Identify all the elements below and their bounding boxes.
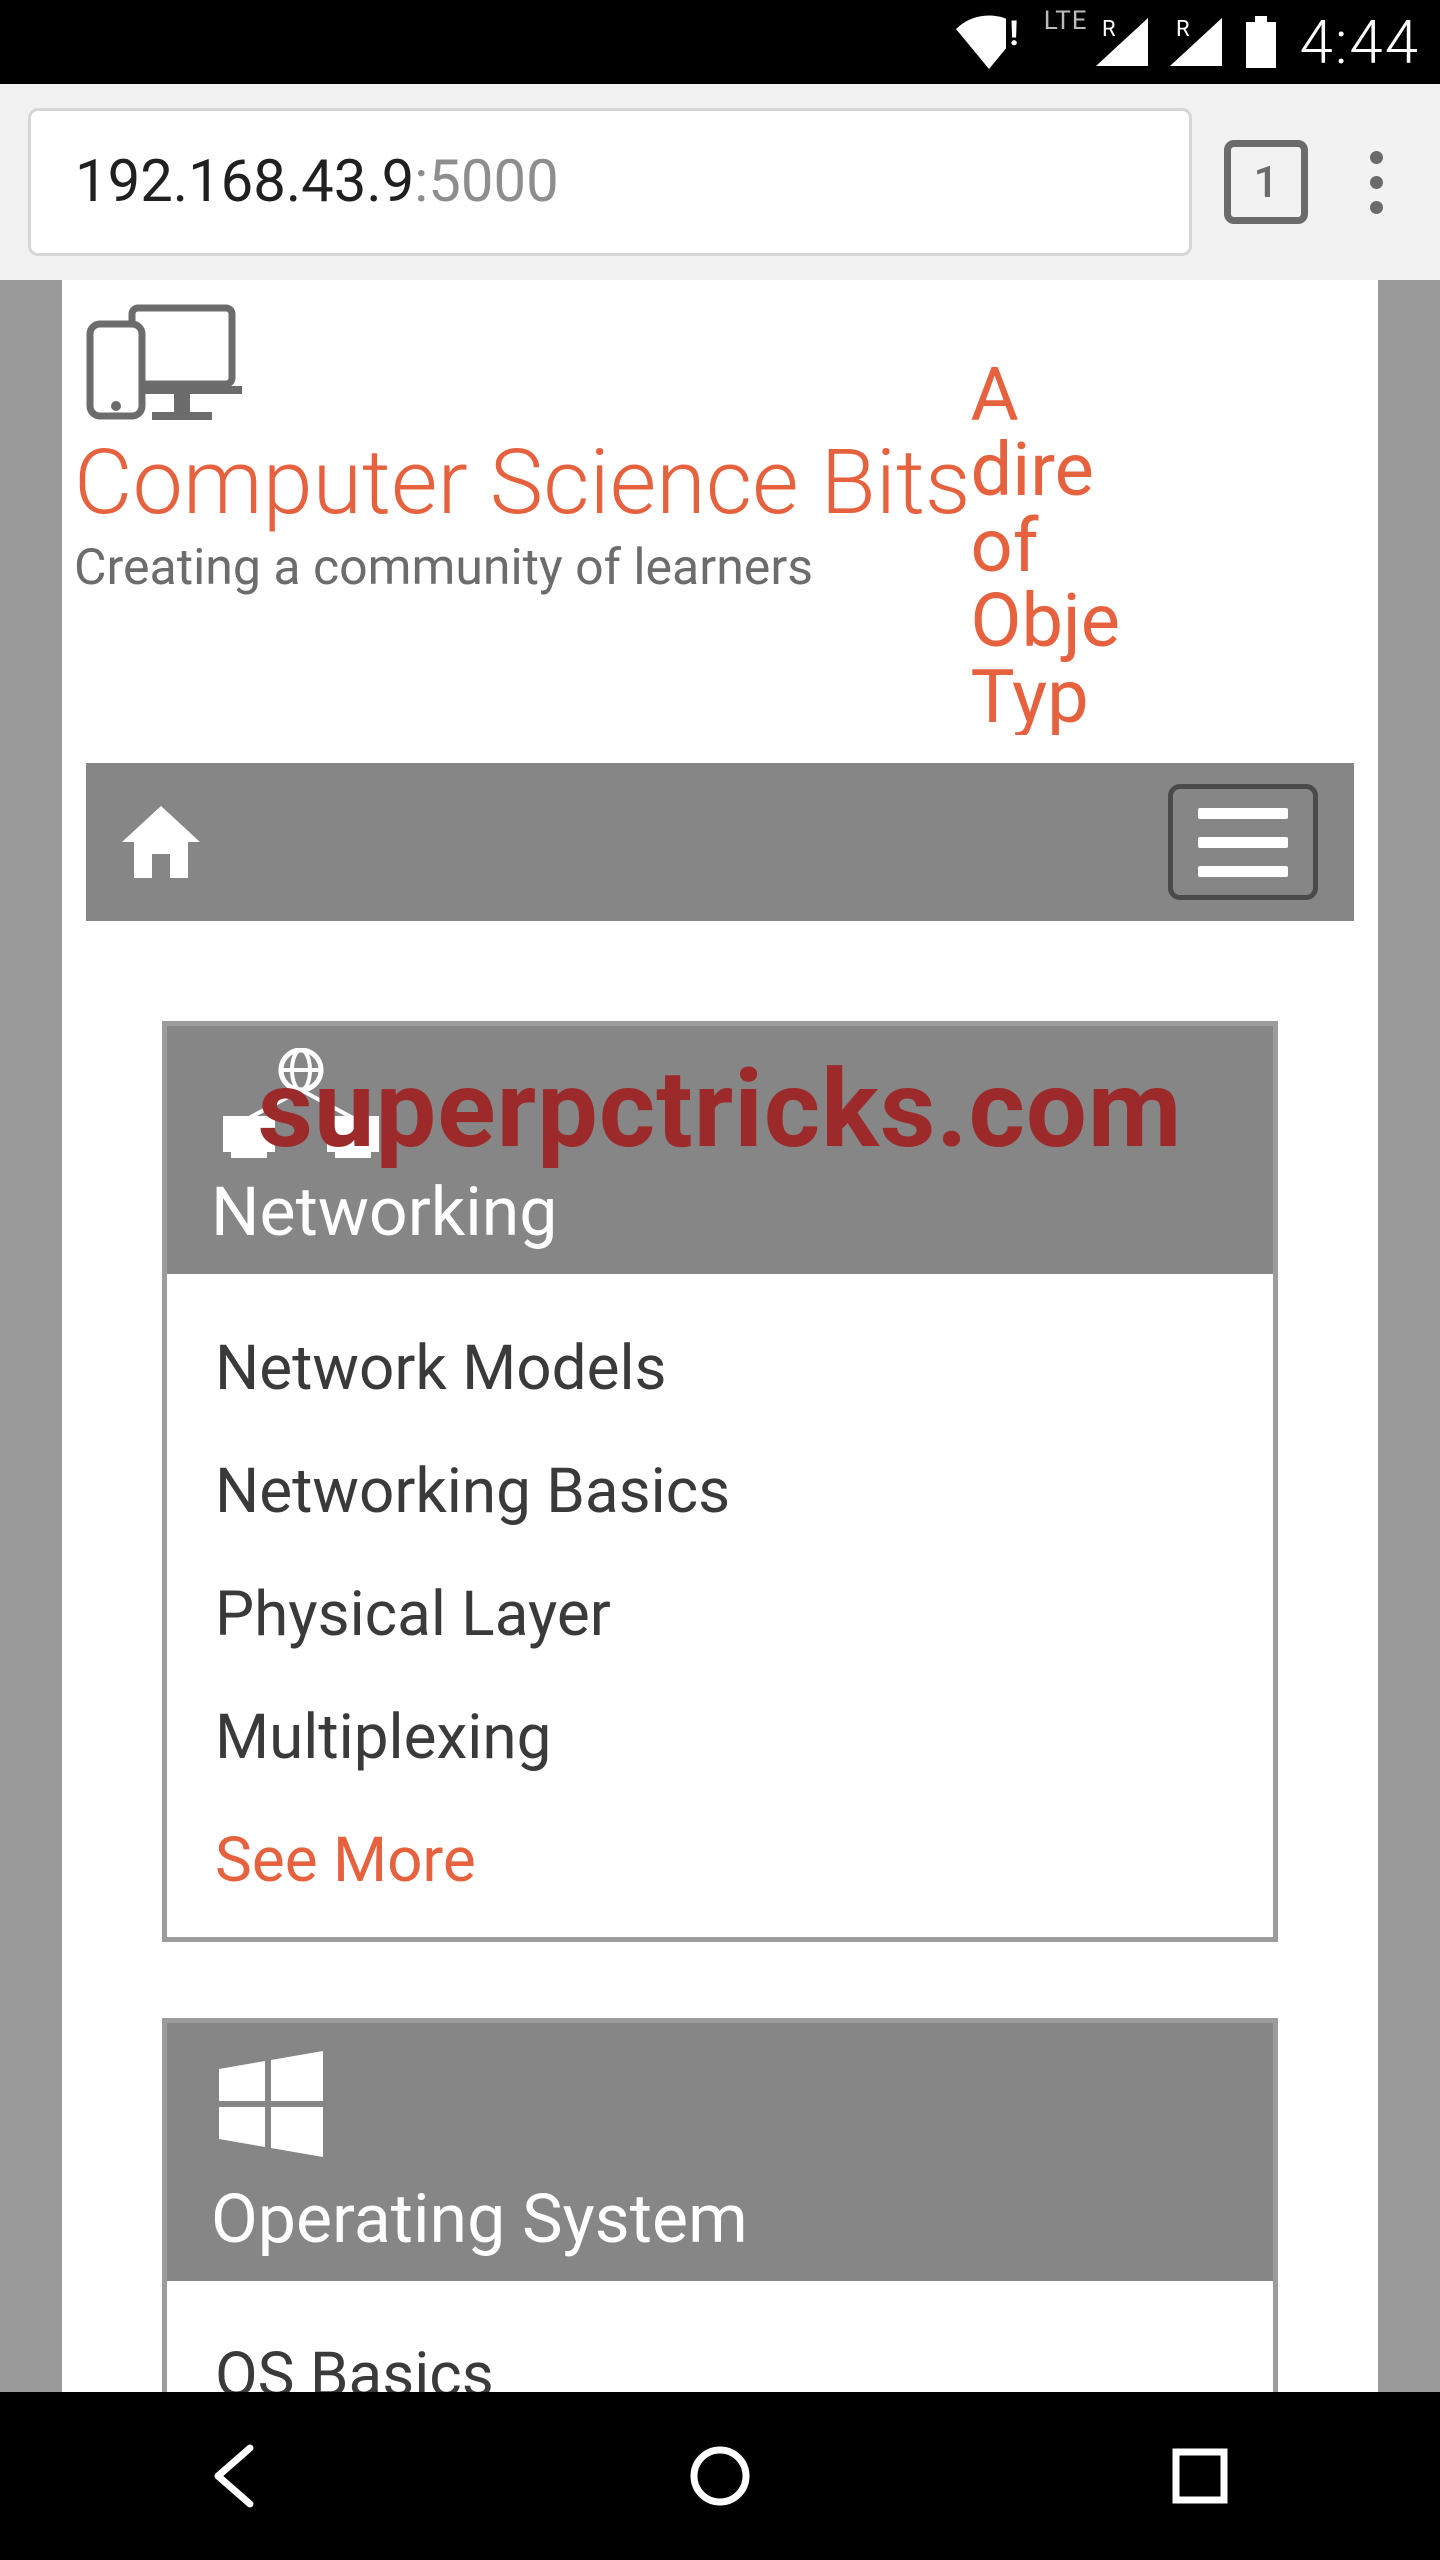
cards-container: superpctricks.com: [62, 921, 1378, 2392]
signal-2-icon: R: [1170, 18, 1222, 66]
link-multiplexing[interactable]: Multiplexing: [215, 1701, 1225, 1774]
card-operating-system: Operating System OS Basics: [162, 2018, 1278, 2392]
site-navbar: [86, 763, 1354, 921]
recents-button-icon[interactable]: [1160, 2436, 1240, 2516]
android-status-bar: ! LTE R R 4:44: [0, 0, 1440, 84]
side-link-text[interactable]: A dire of Obje Typ: [971, 290, 1120, 735]
brand-tagline: Creating a community of learners: [74, 539, 971, 597]
windows-icon: [211, 2150, 331, 2169]
see-more-link[interactable]: See More: [215, 1824, 1225, 1897]
svg-text:R: R: [1102, 18, 1116, 42]
wifi-alert-icon: !: [956, 15, 1022, 69]
devices-icon: [74, 290, 971, 430]
card-title: Networking: [211, 1172, 1229, 1252]
home-button-icon[interactable]: [680, 2436, 760, 2516]
url-host: 192.168.43.9: [75, 148, 414, 216]
card-networking: Networking Network Models Networking Bas…: [162, 1021, 1278, 1942]
signal-1-icon: R: [1096, 18, 1148, 66]
site-header: Computer Science Bits Creating a communi…: [62, 280, 1378, 763]
link-physical-layer[interactable]: Physical Layer: [215, 1578, 1225, 1651]
web-viewport[interactable]: Computer Science Bits Creating a communi…: [0, 280, 1440, 2392]
svg-text:!: !: [1009, 15, 1018, 54]
android-nav-bar: [0, 2392, 1440, 2560]
networking-topology-icon: [211, 1143, 391, 1162]
card-title: Operating System: [211, 2179, 1229, 2259]
link-network-models[interactable]: Network Models: [215, 1332, 1225, 1405]
battery-icon: [1244, 16, 1278, 68]
svg-text:R: R: [1176, 18, 1190, 42]
status-clock: 4:44: [1300, 7, 1420, 78]
tabs-button[interactable]: 1: [1224, 140, 1308, 224]
tab-count-value: 1: [1253, 156, 1278, 208]
brand-title: Computer Science Bits: [74, 430, 971, 535]
lte-label: LTE: [1044, 6, 1088, 36]
page-content: Computer Science Bits Creating a communi…: [62, 280, 1378, 2392]
link-os-basics[interactable]: OS Basics: [215, 2339, 1225, 2392]
address-bar[interactable]: 192.168.43.9:5000: [28, 108, 1192, 256]
hamburger-menu-icon[interactable]: [1168, 784, 1318, 900]
overflow-menu-icon[interactable]: [1340, 140, 1412, 224]
url-port: :5000: [414, 148, 558, 216]
home-icon[interactable]: [122, 806, 200, 878]
browser-toolbar: 192.168.43.9:5000 1: [0, 84, 1440, 280]
link-networking-basics[interactable]: Networking Basics: [215, 1455, 1225, 1528]
back-button-icon[interactable]: [200, 2436, 280, 2516]
